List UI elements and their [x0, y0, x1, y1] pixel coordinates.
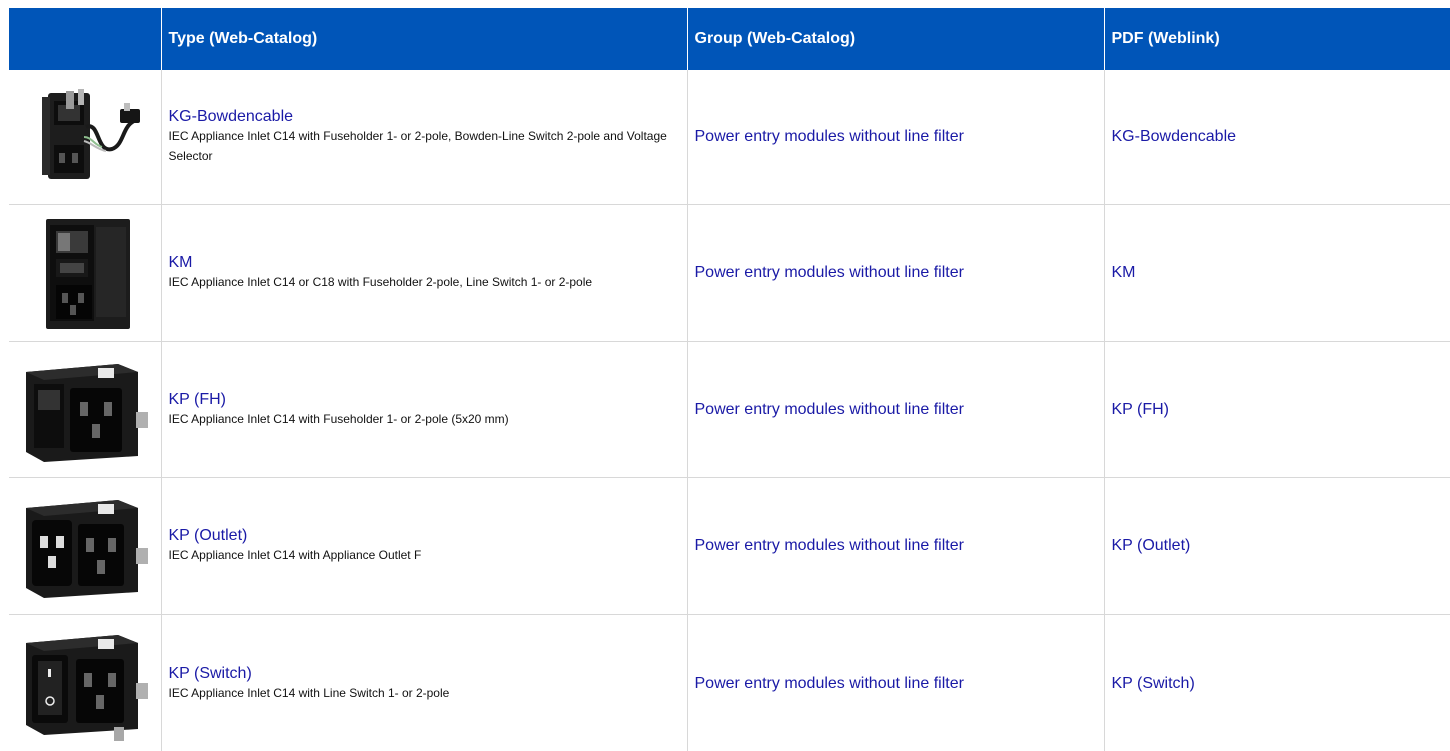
- catalog-table-container: Type (Web-Catalog) Group (Web-Catalog) P…: [9, 8, 1450, 751]
- group-link[interactable]: Power entry modules without line filter: [695, 128, 964, 145]
- power-entry-module-kp-switch-image: [25, 634, 148, 741]
- product-image-cell: [9, 204, 162, 342]
- power-entry-module-bowden-cable-image: [41, 89, 140, 179]
- header-pdf: PDF (Weblink): [1104, 8, 1450, 70]
- type-link[interactable]: KG-Bowdencable: [169, 107, 294, 126]
- header-image: [9, 8, 162, 70]
- pdf-link[interactable]: KP (Outlet): [1112, 537, 1191, 554]
- pdf-cell: KP (Switch): [1104, 615, 1450, 751]
- product-image-cell: [9, 477, 162, 615]
- pdf-link[interactable]: KM: [1112, 264, 1136, 281]
- pdf-cell: KM: [1104, 204, 1450, 342]
- pdf-link[interactable]: KP (Switch): [1112, 675, 1195, 692]
- type-cell: KG-Bowdencable IEC Appliance Inlet C14 w…: [161, 70, 688, 205]
- header-type: Type (Web-Catalog): [161, 8, 688, 70]
- group-cell: Power entry modules without line filter: [687, 614, 1105, 751]
- pdf-cell: KG-Bowdencable: [1104, 70, 1450, 205]
- group-cell: Power entry modules without line filter: [687, 204, 1105, 342]
- type-description: IEC Appliance Inlet C14 with Appliance O…: [168, 548, 422, 562]
- pdf-link[interactable]: KP (FH): [1112, 401, 1169, 418]
- type-cell: KP (Switch) IEC Appliance Inlet C14 with…: [161, 614, 688, 751]
- group-cell: Power entry modules without line filter: [687, 477, 1105, 615]
- power-entry-module-kp-fh-image: [25, 363, 148, 462]
- product-image-cell: [9, 614, 162, 751]
- power-entry-module-km-image: [45, 219, 130, 329]
- table-row: KG-Bowdencable IEC Appliance Inlet C14 w…: [9, 70, 1450, 205]
- type-link[interactable]: KP (Outlet): [169, 526, 248, 545]
- power-entry-module-kp-outlet-image: [25, 500, 148, 598]
- header-group: Group (Web-Catalog): [687, 8, 1105, 70]
- type-cell: KP (Outlet) IEC Appliance Inlet C14 with…: [161, 477, 688, 615]
- product-image-cell: [9, 70, 162, 205]
- type-link[interactable]: KP (FH): [169, 390, 226, 409]
- table-row: KP (FH) IEC Appliance Inlet C14 with Fus…: [9, 341, 1450, 478]
- type-link[interactable]: KM: [169, 253, 193, 272]
- pdf-cell: KP (Outlet): [1104, 477, 1450, 615]
- pdf-cell: KP (FH): [1104, 341, 1450, 478]
- type-description: IEC Appliance Inlet C14 or C18 with Fuse…: [168, 275, 593, 289]
- header-row: Type (Web-Catalog) Group (Web-Catalog) P…: [9, 8, 1450, 70]
- group-cell: Power entry modules without line filter: [687, 341, 1105, 478]
- pdf-link[interactable]: KG-Bowdencable: [1112, 128, 1237, 145]
- group-link[interactable]: Power entry modules without line filter: [695, 675, 964, 692]
- type-link[interactable]: KP (Switch): [169, 664, 252, 683]
- group-link[interactable]: Power entry modules without line filter: [695, 401, 964, 418]
- group-link[interactable]: Power entry modules without line filter: [695, 537, 964, 554]
- product-catalog-table: Type (Web-Catalog) Group (Web-Catalog) P…: [9, 8, 1450, 751]
- type-description: IEC Appliance Inlet C14 with Fuseholder …: [168, 129, 667, 163]
- table-body: KG-Bowdencable IEC Appliance Inlet C14 w…: [9, 70, 1450, 751]
- table-row: KM IEC Appliance Inlet C14 or C18 with F…: [9, 204, 1450, 342]
- table-row: KP (Switch) IEC Appliance Inlet C14 with…: [9, 614, 1450, 751]
- group-link[interactable]: Power entry modules without line filter: [695, 264, 964, 281]
- type-description: IEC Appliance Inlet C14 with Fuseholder …: [168, 411, 509, 426]
- table-row: KP (Outlet) IEC Appliance Inlet C14 with…: [9, 477, 1450, 615]
- table-header: Type (Web-Catalog) Group (Web-Catalog) P…: [9, 8, 1450, 70]
- group-cell: Power entry modules without line filter: [687, 70, 1105, 205]
- type-description: IEC Appliance Inlet C14 with Line Switch…: [168, 685, 450, 700]
- type-cell: KP (FH) IEC Appliance Inlet C14 with Fus…: [161, 341, 688, 478]
- product-image-cell: [9, 341, 162, 478]
- type-cell: KM IEC Appliance Inlet C14 or C18 with F…: [161, 204, 688, 342]
